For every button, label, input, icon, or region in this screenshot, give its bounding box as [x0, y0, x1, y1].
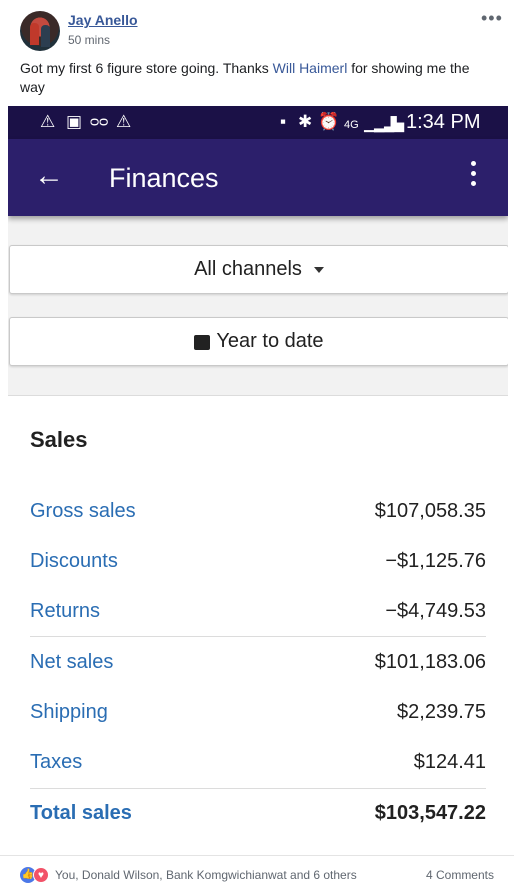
app-bar: ← Finances — [8, 139, 508, 216]
reactors-text[interactable]: You, Donald Wilson, Bank Komgwichianwat … — [55, 868, 357, 882]
caret-down-icon — [313, 266, 324, 273]
comments-count[interactable]: 4 Comments — [426, 868, 494, 882]
row-label[interactable]: Gross sales — [30, 500, 136, 523]
row-value: $107,058.35 — [374, 500, 486, 522]
sales-row-taxes[interactable]: Taxes $124.41 — [30, 743, 486, 783]
date-range-label: Year to date — [216, 330, 324, 352]
avatar[interactable] — [20, 11, 60, 51]
sales-row-shipping[interactable]: Shipping $2,239.75 — [30, 693, 486, 733]
post-text-start: Got my first 6 figure store going. Thank… — [20, 60, 273, 76]
sales-row-returns[interactable]: Returns −$4,749.53 — [30, 592, 486, 632]
reactions-bar: 👍 ♥ You, Donald Wilson, Bank Komgwichian… — [0, 855, 514, 892]
row-label[interactable]: Total sales — [30, 802, 132, 825]
row-value: $101,183.06 — [374, 651, 486, 673]
image-icon: ▣ — [66, 112, 83, 131]
phone-screenshot: ⚠ ▣ ᴑᴑ ⚠ ▪ ✱ ⏰ 4G ▁▂▃▅ ▮ 1:34 PM ← Finan… — [8, 106, 508, 855]
author-name[interactable]: Jay Anello — [68, 12, 138, 28]
row-label[interactable]: Shipping — [30, 701, 108, 724]
row-value: $124.41 — [413, 751, 486, 773]
incognito-icon: ᴑᴑ — [90, 113, 109, 130]
sales-row-gross[interactable]: Gross sales $107,058.35 — [30, 492, 486, 532]
post-text: Got my first 6 figure store going. Thank… — [20, 59, 490, 97]
post-header: Jay Anello 50 mins ••• Got my first 6 fi… — [0, 0, 514, 106]
battery-saver-icon: ▪ — [280, 112, 287, 131]
back-arrow-icon[interactable]: ← — [34, 159, 64, 193]
status-bar: ⚠ ▣ ᴑᴑ ⚠ ▪ ✱ ⏰ 4G ▁▂▃▅ ▮ 1:34 PM — [8, 106, 508, 139]
row-label[interactable]: Taxes — [30, 751, 82, 774]
kebab-menu-icon[interactable] — [468, 161, 478, 195]
more-horizontal-icon[interactable]: ••• — [481, 8, 503, 29]
row-value: $103,547.22 — [374, 802, 486, 824]
channels-label: All channels — [194, 258, 302, 280]
sales-title: Sales — [30, 427, 88, 452]
row-label[interactable]: Discounts — [30, 550, 118, 573]
alarm-icon: ⏰ — [318, 112, 340, 131]
warning-icon: ⚠ — [40, 112, 56, 131]
lte-icon: 4G — [344, 119, 359, 131]
date-range-button[interactable]: Year to date — [9, 317, 508, 366]
sales-row-net[interactable]: Net sales $101,183.06 — [30, 643, 486, 683]
love-reaction-icon[interactable]: ♥ — [33, 867, 49, 883]
mention-link[interactable]: Will Haimerl — [273, 60, 348, 76]
row-label[interactable]: Net sales — [30, 651, 113, 674]
sales-card: Sales Gross sales $107,058.35 Discounts … — [8, 395, 508, 855]
warning-icon: ⚠ — [116, 112, 132, 131]
row-label[interactable]: Returns — [30, 600, 100, 623]
bluetooth-icon: ✱ — [298, 112, 313, 131]
channels-dropdown[interactable]: All channels — [9, 245, 508, 294]
divider — [30, 636, 486, 637]
row-value: −$1,125.76 — [385, 550, 486, 572]
post-time[interactable]: 50 mins — [68, 33, 110, 47]
divider — [30, 788, 486, 789]
status-time: 1:34 PM — [406, 111, 481, 133]
calendar-icon — [194, 335, 211, 350]
row-value: $2,239.75 — [397, 701, 486, 723]
sales-row-discounts[interactable]: Discounts −$1,125.76 — [30, 542, 486, 582]
sales-row-total[interactable]: Total sales $103,547.22 — [30, 794, 486, 834]
page-title: Finances — [109, 163, 219, 193]
row-value: −$4,749.53 — [385, 600, 486, 622]
battery-icon: ▮ — [389, 112, 399, 131]
